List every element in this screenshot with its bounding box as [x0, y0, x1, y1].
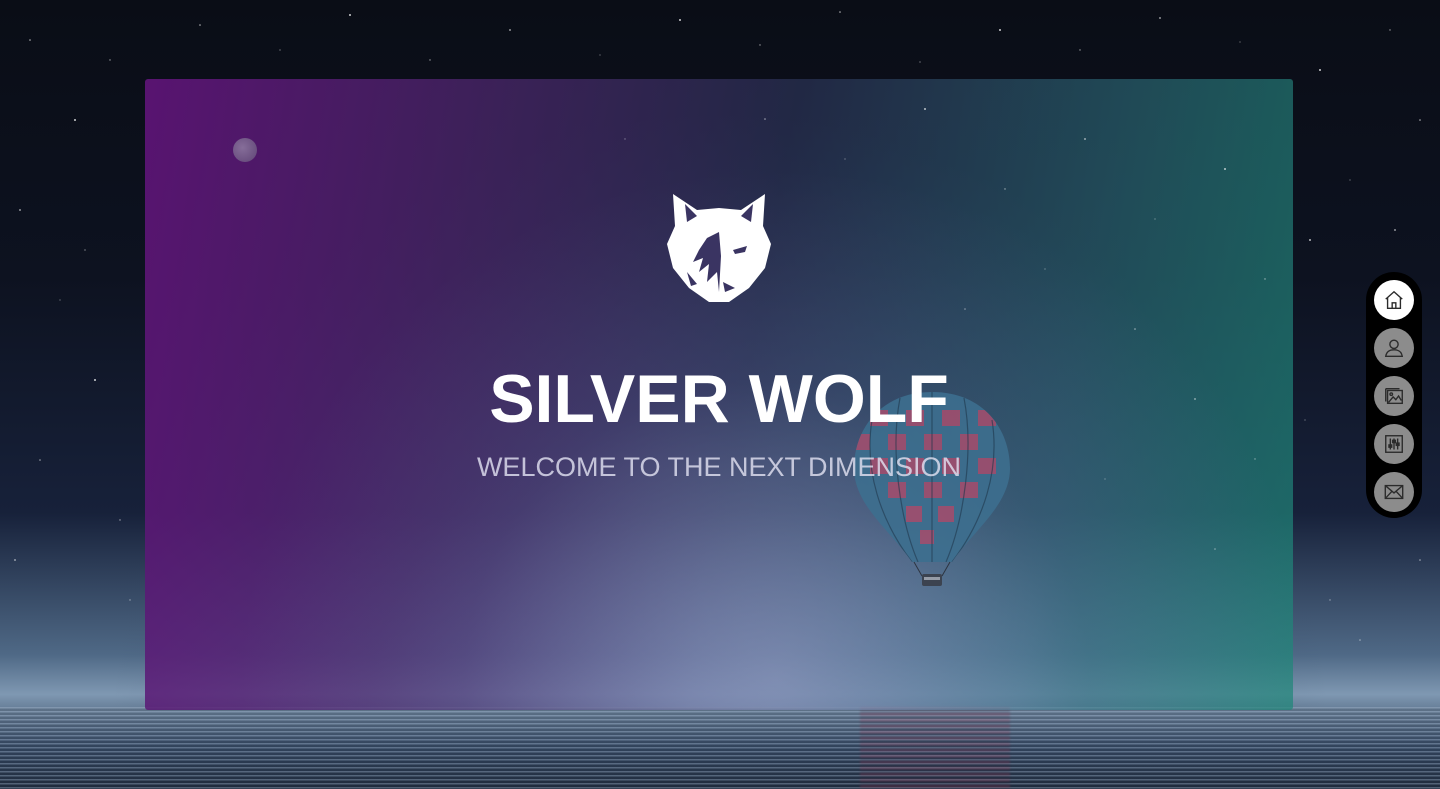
- sliders-icon: [1385, 435, 1403, 453]
- nav-gallery-button[interactable]: [1374, 376, 1414, 416]
- gallery-icon: [1385, 387, 1403, 405]
- page: SILVER WOLF WELCOME TO THE NEXT DIMENSIO…: [0, 0, 1440, 789]
- home-icon: [1385, 290, 1403, 309]
- page-title: SILVER WOLF: [489, 361, 949, 437]
- balloon-reflection: [860, 707, 1010, 789]
- page-subtitle: WELCOME TO THE NEXT DIMENSION: [476, 452, 962, 482]
- user-icon: [1384, 339, 1404, 357]
- nav-about-button[interactable]: [1374, 328, 1414, 368]
- nav-services-button[interactable]: [1374, 424, 1414, 464]
- mail-icon: [1384, 484, 1404, 500]
- wolf-logo: [667, 194, 771, 302]
- moon: [233, 138, 257, 162]
- nav-contact-button[interactable]: [1374, 472, 1414, 512]
- side-navigation: [1366, 272, 1422, 518]
- hero-panel: SILVER WOLF WELCOME TO THE NEXT DIMENSIO…: [145, 79, 1293, 710]
- sea: [0, 707, 1440, 789]
- nav-home-button[interactable]: [1374, 280, 1414, 320]
